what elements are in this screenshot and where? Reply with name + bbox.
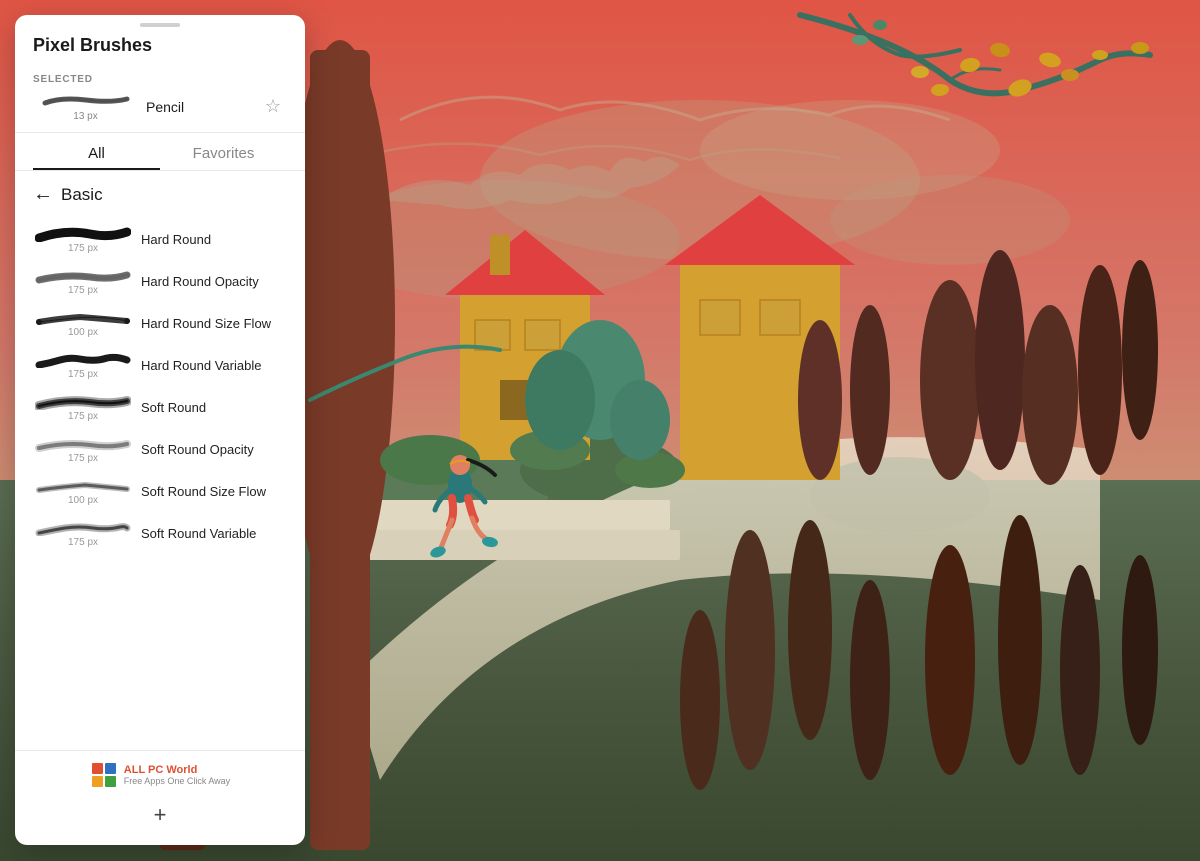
- stroke-soft-round-opacity: [35, 434, 131, 452]
- brush-size-soft-round: 175 px: [68, 411, 98, 422]
- brush-size-hard-round-opacity: 175 px: [68, 285, 98, 296]
- brush-preview-col: 175 px: [33, 350, 133, 380]
- handle-bar: [140, 23, 180, 27]
- brush-item-hard-round[interactable]: 175 px Hard Round: [15, 218, 305, 260]
- selected-brush-size: 13 px: [73, 111, 97, 122]
- brush-list: 175 px Hard Round 175 px Hard Round Opac…: [15, 214, 305, 750]
- tab-favorites[interactable]: Favorites: [160, 133, 287, 170]
- brush-preview-col: 175 px: [33, 434, 133, 464]
- stroke-hard-round-variable: [35, 350, 131, 368]
- brush-name-soft-round-variable: Soft Round Variable: [141, 526, 287, 541]
- brush-item-hard-round-variable[interactable]: 175 px Hard Round Variable: [15, 344, 305, 386]
- stroke-soft-round-variable: [35, 518, 131, 536]
- brush-size-soft-round-opacity: 175 px: [68, 453, 98, 464]
- add-brush-button[interactable]: +: [144, 799, 176, 831]
- stroke-hard-round: [35, 224, 131, 242]
- stroke-hard-round-opacity: [35, 266, 131, 284]
- panel-title: Pixel Brushes: [33, 35, 287, 56]
- stroke-soft-round: [35, 392, 131, 410]
- brush-name-soft-round: Soft Round: [141, 400, 287, 415]
- brush-preview-col: 100 px: [33, 308, 133, 338]
- watermark-subtitle: Free Apps One Click Away: [124, 776, 230, 786]
- tab-all[interactable]: All: [33, 133, 160, 170]
- brush-item-soft-round-size-flow[interactable]: 100 px Soft Round Size Flow: [15, 470, 305, 512]
- selected-brush-preview: 13 px: [33, 91, 138, 122]
- brush-size-hard-round-size-flow: 100 px: [68, 327, 98, 338]
- panel-header: Pixel Brushes: [15, 31, 305, 66]
- watermark-text: ALL PC World Free Apps One Click Away: [124, 764, 230, 786]
- category-nav: ← Basic: [15, 171, 305, 214]
- panel-footer: ALL PC World Free Apps One Click Away +: [15, 750, 305, 845]
- brush-size-soft-round-size-flow: 100 px: [68, 495, 98, 506]
- brush-preview-col: 175 px: [33, 266, 133, 296]
- category-title: Basic: [61, 185, 103, 205]
- brush-name-soft-round-opacity: Soft Round Opacity: [141, 442, 287, 457]
- selected-label: SELECTED: [33, 74, 287, 85]
- brush-item-soft-round[interactable]: 175 px Soft Round: [15, 386, 305, 428]
- brush-size-soft-round-variable: 175 px: [68, 537, 98, 548]
- brush-preview-col: 100 px: [33, 476, 133, 506]
- stroke-soft-round-size-flow: [35, 476, 131, 494]
- brush-name-hard-round: Hard Round: [141, 232, 287, 247]
- brush-name-hard-round-variable: Hard Round Variable: [141, 358, 287, 373]
- watermark: ALL PC World Free Apps One Click Away: [90, 761, 230, 789]
- panel-drag-handle[interactable]: [15, 15, 305, 31]
- brush-item-soft-round-opacity[interactable]: 175 px Soft Round Opacity: [15, 428, 305, 470]
- selected-brush-name: Pencil: [146, 99, 251, 115]
- brush-preview-col: 175 px: [33, 224, 133, 254]
- brush-preview-col: 175 px: [33, 518, 133, 548]
- brush-preview-col: 175 px: [33, 392, 133, 422]
- brush-name-soft-round-size-flow: Soft Round Size Flow: [141, 484, 287, 499]
- brush-name-hard-round-size-flow: Hard Round Size Flow: [141, 316, 287, 331]
- tabs-row: All Favorites: [15, 133, 305, 170]
- pixel-brushes-panel: Pixel Brushes SELECTED 13 px Pencil ☆ Al…: [15, 15, 305, 845]
- stroke-hard-round-size-flow: [35, 308, 131, 326]
- selected-stroke-svg: [41, 91, 131, 109]
- brush-item-hard-round-size-flow[interactable]: 100 px Hard Round Size Flow: [15, 302, 305, 344]
- brush-name-hard-round-opacity: Hard Round Opacity: [141, 274, 287, 289]
- brush-size-hard-round: 175 px: [68, 243, 98, 254]
- brush-item-hard-round-opacity[interactable]: 175 px Hard Round Opacity: [15, 260, 305, 302]
- back-button[interactable]: ←: [33, 183, 53, 206]
- brush-item-soft-round-variable[interactable]: 175 px Soft Round Variable: [15, 512, 305, 554]
- selected-section: SELECTED 13 px Pencil ☆: [15, 66, 305, 132]
- watermark-title: ALL PC World: [124, 764, 230, 776]
- favorite-star-button[interactable]: ☆: [259, 93, 287, 121]
- brush-size-hard-round-variable: 175 px: [68, 369, 98, 380]
- selected-brush-row: 13 px Pencil ☆: [33, 91, 287, 122]
- watermark-icon: [90, 761, 118, 789]
